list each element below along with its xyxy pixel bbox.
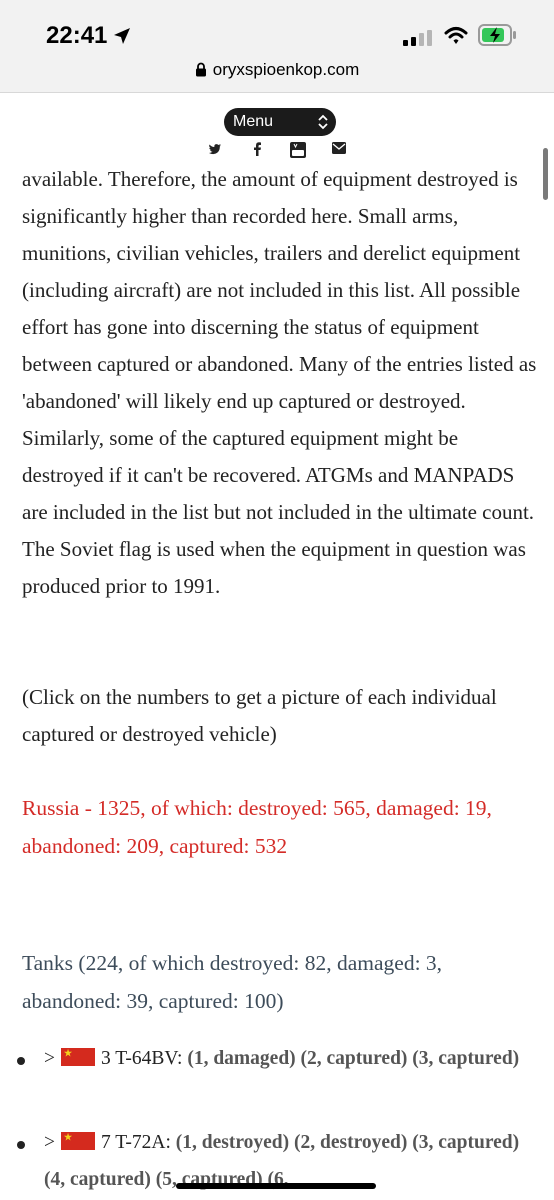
social-links xyxy=(0,140,554,162)
list-item: > ★ 3 T-64BV: (1, damaged) (2, captured) (… xyxy=(44,1040,544,1077)
facebook-icon[interactable] xyxy=(252,142,262,156)
menu-label: Menu xyxy=(233,113,274,130)
expand-caret[interactable]: > xyxy=(44,1132,55,1153)
soviet-flag-icon: ★ xyxy=(61,1048,95,1066)
entry-links[interactable]: (1, damaged) (2, captured) (3, captured) xyxy=(187,1048,519,1069)
twitter-icon[interactable] xyxy=(208,142,222,156)
location-arrow-icon xyxy=(114,28,130,44)
status-bar: 22:41 xyxy=(0,0,554,60)
list-bullet xyxy=(17,1141,25,1149)
entry-name: 7 T-72A: xyxy=(101,1132,171,1153)
youtube-icon[interactable] xyxy=(290,142,306,158)
list-bullet xyxy=(17,1057,25,1065)
russia-summary-heading: Russia - 1325, of which: destroyed: 565,… xyxy=(22,796,492,858)
email-icon[interactable] xyxy=(332,142,346,154)
battery-charging-icon xyxy=(478,24,516,46)
menu-select[interactable]: Menu xyxy=(224,108,336,136)
wifi-icon xyxy=(444,27,468,44)
intro-paragraph: available. Therefore, the amount of equi… xyxy=(22,167,537,598)
home-indicator[interactable] xyxy=(176,1183,376,1189)
address-bar[interactable]: oryxspioenkop.com xyxy=(0,52,554,93)
soviet-flag-icon: ★ xyxy=(61,1132,95,1150)
up-down-chevron-icon xyxy=(318,114,328,130)
url-text: oryxspioenkop.com xyxy=(212,60,360,79)
clock-time: 22:41 xyxy=(46,22,108,49)
entry-name: 3 T-64BV: xyxy=(101,1048,183,1069)
cellular-signal-icon xyxy=(403,30,432,46)
lock-icon xyxy=(195,62,206,77)
expand-caret[interactable]: > xyxy=(44,1048,55,1069)
click-note: (Click on the numbers to get a picture o… xyxy=(22,685,497,746)
tanks-heading: Tanks (224, of which destroyed: 82, dama… xyxy=(22,951,443,1013)
